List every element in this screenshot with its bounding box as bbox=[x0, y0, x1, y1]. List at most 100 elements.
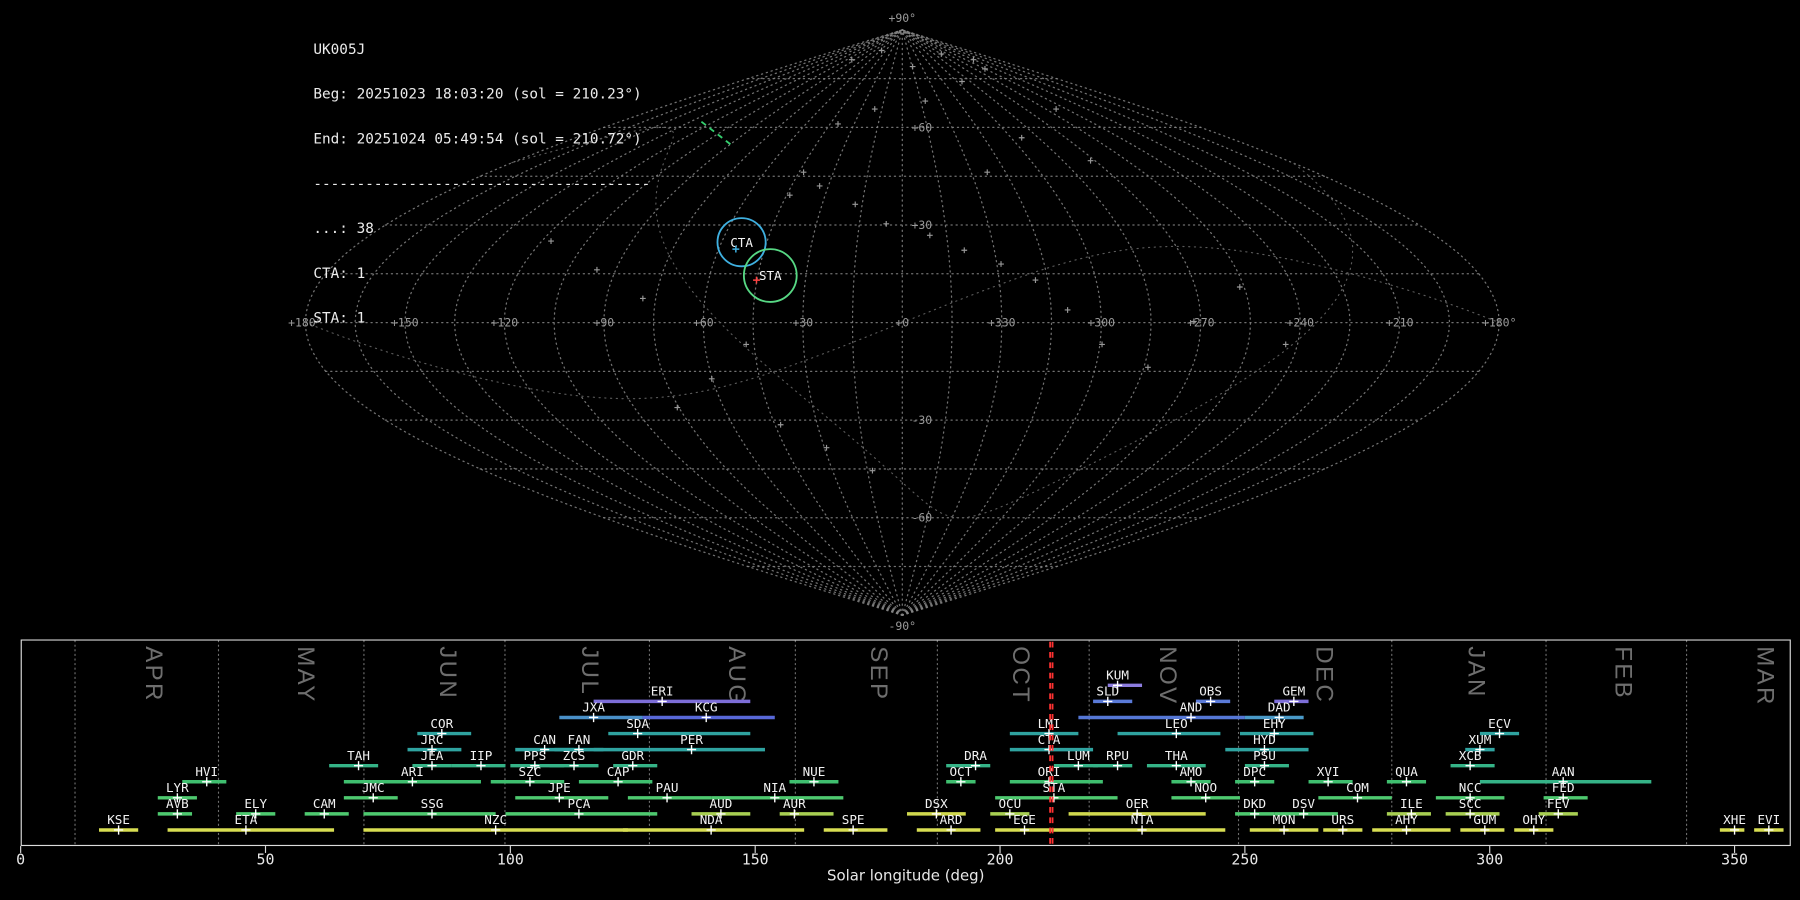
sporadic-meteor-mark bbox=[872, 106, 878, 112]
equator-label: +60 bbox=[693, 316, 714, 330]
sporadic-meteor-mark bbox=[927, 232, 933, 238]
shower-label-ARD: ARD bbox=[940, 812, 963, 827]
latitude-label: +60 bbox=[911, 120, 932, 134]
count-cta: CTA: 1 bbox=[313, 265, 650, 280]
shower-label-DSX: DSX bbox=[925, 796, 948, 811]
shower-label-JEA: JEA bbox=[421, 748, 444, 763]
shower-label-PAU: PAU bbox=[656, 780, 679, 795]
equator-label: +0 bbox=[895, 316, 909, 330]
shower-label-GUM: GUM bbox=[1473, 812, 1496, 827]
shower-label-XUM: XUM bbox=[1469, 732, 1492, 747]
shower-label-SLD: SLD bbox=[1096, 684, 1119, 699]
shower-label-OCU: OCU bbox=[998, 796, 1021, 811]
shower-label-PSU: PSU bbox=[1253, 748, 1276, 763]
shower-label-NOO: NOO bbox=[1194, 780, 1217, 795]
shower-label-FAN: FAN bbox=[568, 732, 591, 747]
radiant-map-screen: +90°-90°+180°+150+120+90+60+30+0+330+300… bbox=[0, 0, 1800, 900]
shower-label-TAH: TAH bbox=[347, 748, 370, 763]
shower-label-SSG: SSG bbox=[421, 796, 444, 811]
shower-label-NZC: NZC bbox=[484, 812, 507, 827]
sporadic-meteor-mark bbox=[959, 79, 965, 85]
shower-label-XVI: XVI bbox=[1317, 764, 1340, 779]
shower-label-PER: PER bbox=[680, 732, 703, 747]
sporadic-meteor-mark bbox=[961, 247, 967, 253]
sporadic-meteor-mark bbox=[674, 405, 680, 411]
shower-label-PCA: PCA bbox=[568, 796, 591, 811]
x-tick-label-50: 50 bbox=[257, 850, 275, 868]
separator: --------------------------------------- bbox=[313, 176, 650, 191]
shower-label-LEO: LEO bbox=[1165, 716, 1188, 731]
sporadic-meteor-mark bbox=[778, 422, 784, 428]
x-tick-label-350: 350 bbox=[1721, 850, 1748, 868]
sporadic-meteor-mark bbox=[1237, 284, 1243, 290]
sporadic-meteor-mark bbox=[801, 169, 807, 175]
shower-label-HVI: HVI bbox=[195, 764, 218, 779]
meteor-trail bbox=[701, 122, 732, 146]
shower-label-CAN: CAN bbox=[533, 732, 556, 747]
pole-label-north: +90° bbox=[888, 11, 916, 25]
shower-label-FED: FED bbox=[1552, 780, 1575, 795]
shower-label-GDR: GDR bbox=[621, 748, 644, 763]
shower-label-NUE: NUE bbox=[803, 764, 826, 779]
shower-label-URS: URS bbox=[1331, 812, 1354, 827]
shower-label-LYR: LYR bbox=[166, 780, 189, 795]
sporadic-meteor-mark bbox=[1088, 158, 1094, 164]
month-label-NOV: NOV bbox=[1154, 646, 1181, 705]
shower-label-ARI: ARI bbox=[401, 764, 424, 779]
shower-label-FEV: FEV bbox=[1547, 796, 1570, 811]
shower-label-ELY: ELY bbox=[244, 796, 267, 811]
month-label-MAY: MAY bbox=[292, 646, 319, 703]
session-end: End: 20251024 05:49:54 (sol = 210.72°) bbox=[313, 131, 650, 146]
grid-meridian bbox=[902, 30, 1350, 615]
sporadic-meteor-mark bbox=[1283, 342, 1289, 348]
shower-label-STA: STA bbox=[1043, 780, 1066, 795]
month-label-MAR: MAR bbox=[1751, 646, 1778, 706]
sky-map: +90°-90°+180°+150+120+90+60+30+0+330+300… bbox=[0, 0, 1800, 639]
sporadic-meteor-mark bbox=[852, 201, 858, 207]
shower-label-SZC: SZC bbox=[519, 764, 542, 779]
sporadic-meteor-mark bbox=[883, 221, 889, 227]
equator-label: +30 bbox=[792, 316, 813, 330]
shower-label-HYD: HYD bbox=[1253, 732, 1276, 747]
sporadic-meteor-mark bbox=[817, 183, 823, 189]
shower-label-AAN: AAN bbox=[1552, 764, 1575, 779]
latitude-label: -60 bbox=[911, 511, 932, 525]
sporadic-meteor-mark bbox=[1033, 277, 1039, 283]
shower-label-AVB: AVB bbox=[166, 796, 189, 811]
shower-label-JPE: JPE bbox=[548, 780, 571, 795]
shower-label-NIA: NIA bbox=[763, 780, 786, 795]
equator-label: +240 bbox=[1286, 316, 1314, 330]
month-label-JUL: JUL bbox=[576, 646, 603, 696]
sporadic-meteor-mark bbox=[998, 261, 1004, 267]
sporadic-meteor-mark bbox=[1065, 307, 1071, 313]
x-tick-label-0: 0 bbox=[16, 850, 25, 868]
month-label-SEP: SEP bbox=[865, 646, 892, 701]
x-tick-label-250: 250 bbox=[1231, 850, 1258, 868]
shower-label-LUM: LUM bbox=[1067, 748, 1090, 763]
x-tick-label-150: 150 bbox=[742, 850, 769, 868]
latitude-label: +30 bbox=[911, 218, 932, 232]
shower-label-PPS: PPS bbox=[523, 748, 546, 763]
equator-label: +180° bbox=[1482, 316, 1517, 330]
shower-label-RPU: RPU bbox=[1106, 748, 1129, 763]
shower-label-OHY: OHY bbox=[1522, 812, 1545, 827]
x-tick-label-100: 100 bbox=[497, 850, 524, 868]
month-label-OCT: OCT bbox=[1007, 646, 1034, 704]
x-tick-label-300: 300 bbox=[1476, 850, 1503, 868]
shower-label-NDA: NDA bbox=[700, 812, 723, 827]
shower-label-KCG: KCG bbox=[695, 700, 718, 715]
shower-label-JRC: JRC bbox=[421, 732, 444, 747]
radiant-label-STA: STA bbox=[759, 268, 782, 283]
sporadic-meteor-mark bbox=[879, 48, 885, 54]
shower-label-MON: MON bbox=[1273, 812, 1296, 827]
shower-label-COM: COM bbox=[1346, 780, 1369, 795]
shower-label-DSV: DSV bbox=[1292, 796, 1315, 811]
equator-label: +300 bbox=[1087, 316, 1115, 330]
radiant-label-CTA: CTA bbox=[730, 235, 753, 250]
shower-label-AHY: AHY bbox=[1395, 812, 1418, 827]
shower-label-NTA: NTA bbox=[1131, 812, 1154, 827]
shower-label-OER: OER bbox=[1126, 796, 1149, 811]
sporadic-meteor-mark bbox=[938, 51, 944, 57]
month-label-DEC: DEC bbox=[1311, 646, 1338, 704]
equator-label: +330 bbox=[988, 316, 1016, 330]
